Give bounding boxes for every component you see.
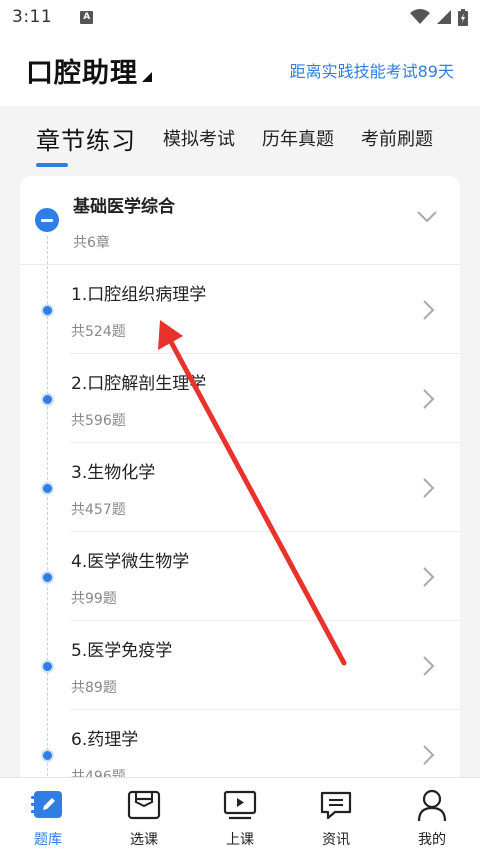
- chapter-title: 2.口腔解剖生理学: [71, 374, 207, 394]
- list-item-chapter-1[interactable]: 1.口腔组织病理学 共524题: [20, 265, 460, 354]
- tab-pre-exam-drill[interactable]: 考前刷题: [361, 125, 433, 151]
- group-header[interactable]: 基础医学综合 共6章: [20, 176, 460, 265]
- wifi-icon: [410, 9, 430, 24]
- chevron-right-icon: [423, 745, 435, 765]
- active-tab-indicator: [36, 163, 68, 167]
- timeline-dot: [41, 482, 54, 495]
- signal-icon: [437, 10, 451, 24]
- chapter-title: 5.医学免疫学: [71, 641, 173, 661]
- chevron-right-icon: [423, 656, 435, 676]
- news-icon: [319, 787, 353, 823]
- status-bar: 3:11 A: [0, 0, 480, 34]
- list-item-chapter-3[interactable]: 3.生物化学 共457题: [20, 443, 460, 532]
- chapter-question-count: 共457题: [71, 502, 126, 518]
- list-item-chapter-4[interactable]: 4.医学微生物学 共99题: [20, 532, 460, 621]
- notification-badge-icon: A: [80, 10, 94, 24]
- timeline-dot: [41, 660, 54, 673]
- question-bank-icon: [31, 787, 65, 823]
- collapse-minus-icon[interactable]: [35, 208, 59, 232]
- tab-past-papers[interactable]: 历年真题: [262, 125, 334, 151]
- app-title[interactable]: 口腔助理: [26, 51, 138, 90]
- chapter-title: 4.医学微生物学: [71, 552, 190, 572]
- chevron-right-icon: [423, 567, 435, 587]
- nav-profile[interactable]: 我的: [384, 778, 480, 853]
- chapter-list-card: 基础医学综合 共6章 1.口腔组织病理学 共524题 2.口腔解剖生理学 共59…: [20, 176, 460, 796]
- tab-chapter-practice[interactable]: 章节练习: [36, 121, 136, 156]
- chevron-right-icon: [423, 300, 435, 320]
- chevron-right-icon: [423, 478, 435, 498]
- nav-attend-class[interactable]: 上课: [192, 778, 288, 853]
- chapter-question-count: 共89题: [71, 680, 117, 696]
- exam-countdown: 距离实践技能考试89天: [289, 62, 454, 81]
- group-chapter-count: 共6章: [73, 235, 110, 251]
- list-item-chapter-5[interactable]: 5.医学免疫学 共89题: [20, 621, 460, 710]
- bottom-nav: 题库 选课 上课 资讯 我的: [0, 777, 480, 853]
- nav-label: 资讯: [322, 832, 350, 848]
- timeline-dot: [41, 304, 54, 317]
- chapter-title: 1.口腔组织病理学: [71, 285, 207, 305]
- video-play-icon: [223, 787, 257, 823]
- chapter-title: 6.药理学: [71, 730, 139, 750]
- status-time: 3:11: [12, 7, 53, 27]
- chapter-question-count: 共99题: [71, 591, 117, 607]
- header: 口腔助理 距离实践技能考试89天: [0, 34, 480, 106]
- nav-label: 选课: [130, 832, 158, 848]
- nav-label: 上课: [226, 832, 254, 848]
- chevron-down-icon[interactable]: [416, 210, 438, 224]
- chevron-right-icon: [423, 389, 435, 409]
- nav-question-bank[interactable]: 题库: [0, 778, 96, 853]
- nav-label: 我的: [418, 832, 446, 848]
- switch-subject-caret-icon[interactable]: [142, 72, 152, 82]
- chapter-question-count: 共524题: [71, 324, 126, 340]
- timeline-dot: [41, 571, 54, 584]
- nav-course-select[interactable]: 选课: [96, 778, 192, 853]
- nav-news[interactable]: 资讯: [288, 778, 384, 853]
- practice-tabs: 章节练习 模拟考试 历年真题 考前刷题: [0, 106, 480, 170]
- chapter-title: 3.生物化学: [71, 463, 156, 483]
- group-title: 基础医学综合: [73, 197, 175, 217]
- profile-icon: [415, 787, 449, 823]
- course-select-icon: [127, 787, 161, 823]
- nav-label: 题库: [34, 832, 62, 848]
- chapter-question-count: 共596题: [71, 413, 126, 429]
- list-item-chapter-2[interactable]: 2.口腔解剖生理学 共596题: [20, 354, 460, 443]
- timeline-dot: [41, 749, 54, 762]
- timeline-dot: [41, 393, 54, 406]
- tab-mock-exam[interactable]: 模拟考试: [163, 125, 235, 151]
- battery-icon: [458, 8, 468, 26]
